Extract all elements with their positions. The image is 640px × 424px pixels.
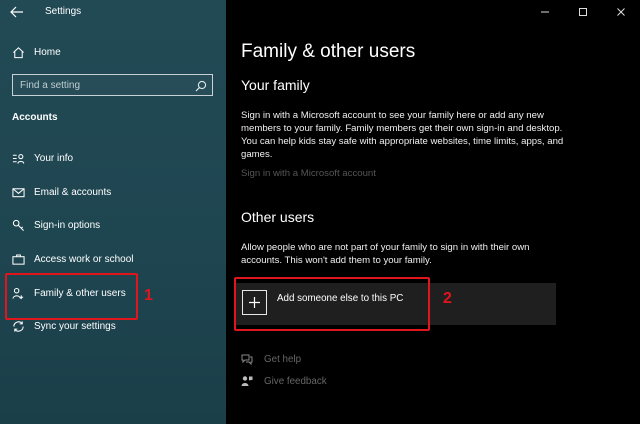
give-feedback-link[interactable]: Give feedback xyxy=(240,373,327,389)
get-help-label: Get help xyxy=(264,353,302,365)
window-controls xyxy=(526,0,640,24)
other-users-description: Allow people who are not part of your fa… xyxy=(241,242,530,266)
maximize-button[interactable] xyxy=(564,0,602,24)
sidebar-item-sign-in-options[interactable]: Sign-in options xyxy=(0,212,226,238)
give-feedback-label: Give feedback xyxy=(264,375,327,387)
sidebar: Settings Home Accounts Your info Email &… xyxy=(0,0,226,424)
annotation-highlight-2 xyxy=(234,277,430,331)
other-users-heading: Other users xyxy=(241,209,315,225)
sidebar-item-label: Sync your settings xyxy=(34,320,116,332)
person-card-icon xyxy=(11,151,25,165)
close-button[interactable] xyxy=(602,0,640,24)
sidebar-item-label: Your info xyxy=(34,152,74,164)
annotation-marker-1: 1 xyxy=(144,287,153,304)
home-icon xyxy=(11,45,25,59)
sidebar-item-label: Access work or school xyxy=(34,253,134,265)
main-panel: Family & other users Your family Sign in… xyxy=(226,0,640,424)
feedback-icon xyxy=(240,374,254,388)
maximize-icon xyxy=(579,8,587,16)
close-icon xyxy=(617,8,625,16)
minimize-icon xyxy=(541,11,549,13)
back-arrow-icon[interactable] xyxy=(10,6,24,18)
key-icon xyxy=(11,218,25,232)
sidebar-item-label: Sign-in options xyxy=(34,219,101,231)
minimize-button[interactable] xyxy=(526,0,564,24)
search-icon[interactable] xyxy=(195,79,207,92)
sidebar-item-label: Email & accounts xyxy=(34,186,112,198)
sidebar-item-email-accounts[interactable]: Email & accounts xyxy=(0,179,226,205)
sidebar-home-label: Home xyxy=(34,46,61,58)
sidebar-item-home[interactable]: Home xyxy=(0,39,226,65)
section-label-accounts: Accounts xyxy=(12,112,58,123)
search-input[interactable] xyxy=(13,75,193,95)
search-box xyxy=(12,74,213,96)
window-title: Settings xyxy=(45,6,82,17)
page-title: Family & other users xyxy=(241,41,416,62)
briefcase-icon xyxy=(11,252,25,266)
annotation-marker-2: 2 xyxy=(443,290,452,307)
sync-icon xyxy=(11,319,25,333)
sidebar-item-access-work[interactable]: Access work or school xyxy=(0,246,226,272)
get-help-link[interactable]: Get help xyxy=(240,351,301,367)
mail-icon xyxy=(11,185,25,199)
sidebar-titlebar: Settings xyxy=(0,0,226,26)
your-family-heading: Your family xyxy=(241,77,310,93)
sign-in-microsoft-link[interactable]: Sign in with a Microsoft account xyxy=(241,168,376,179)
your-family-description: Sign in with a Microsoft account to see … xyxy=(241,110,564,160)
sidebar-item-your-info[interactable]: Your info xyxy=(0,145,226,171)
annotation-highlight-1 xyxy=(5,273,138,320)
chat-help-icon xyxy=(240,352,254,366)
